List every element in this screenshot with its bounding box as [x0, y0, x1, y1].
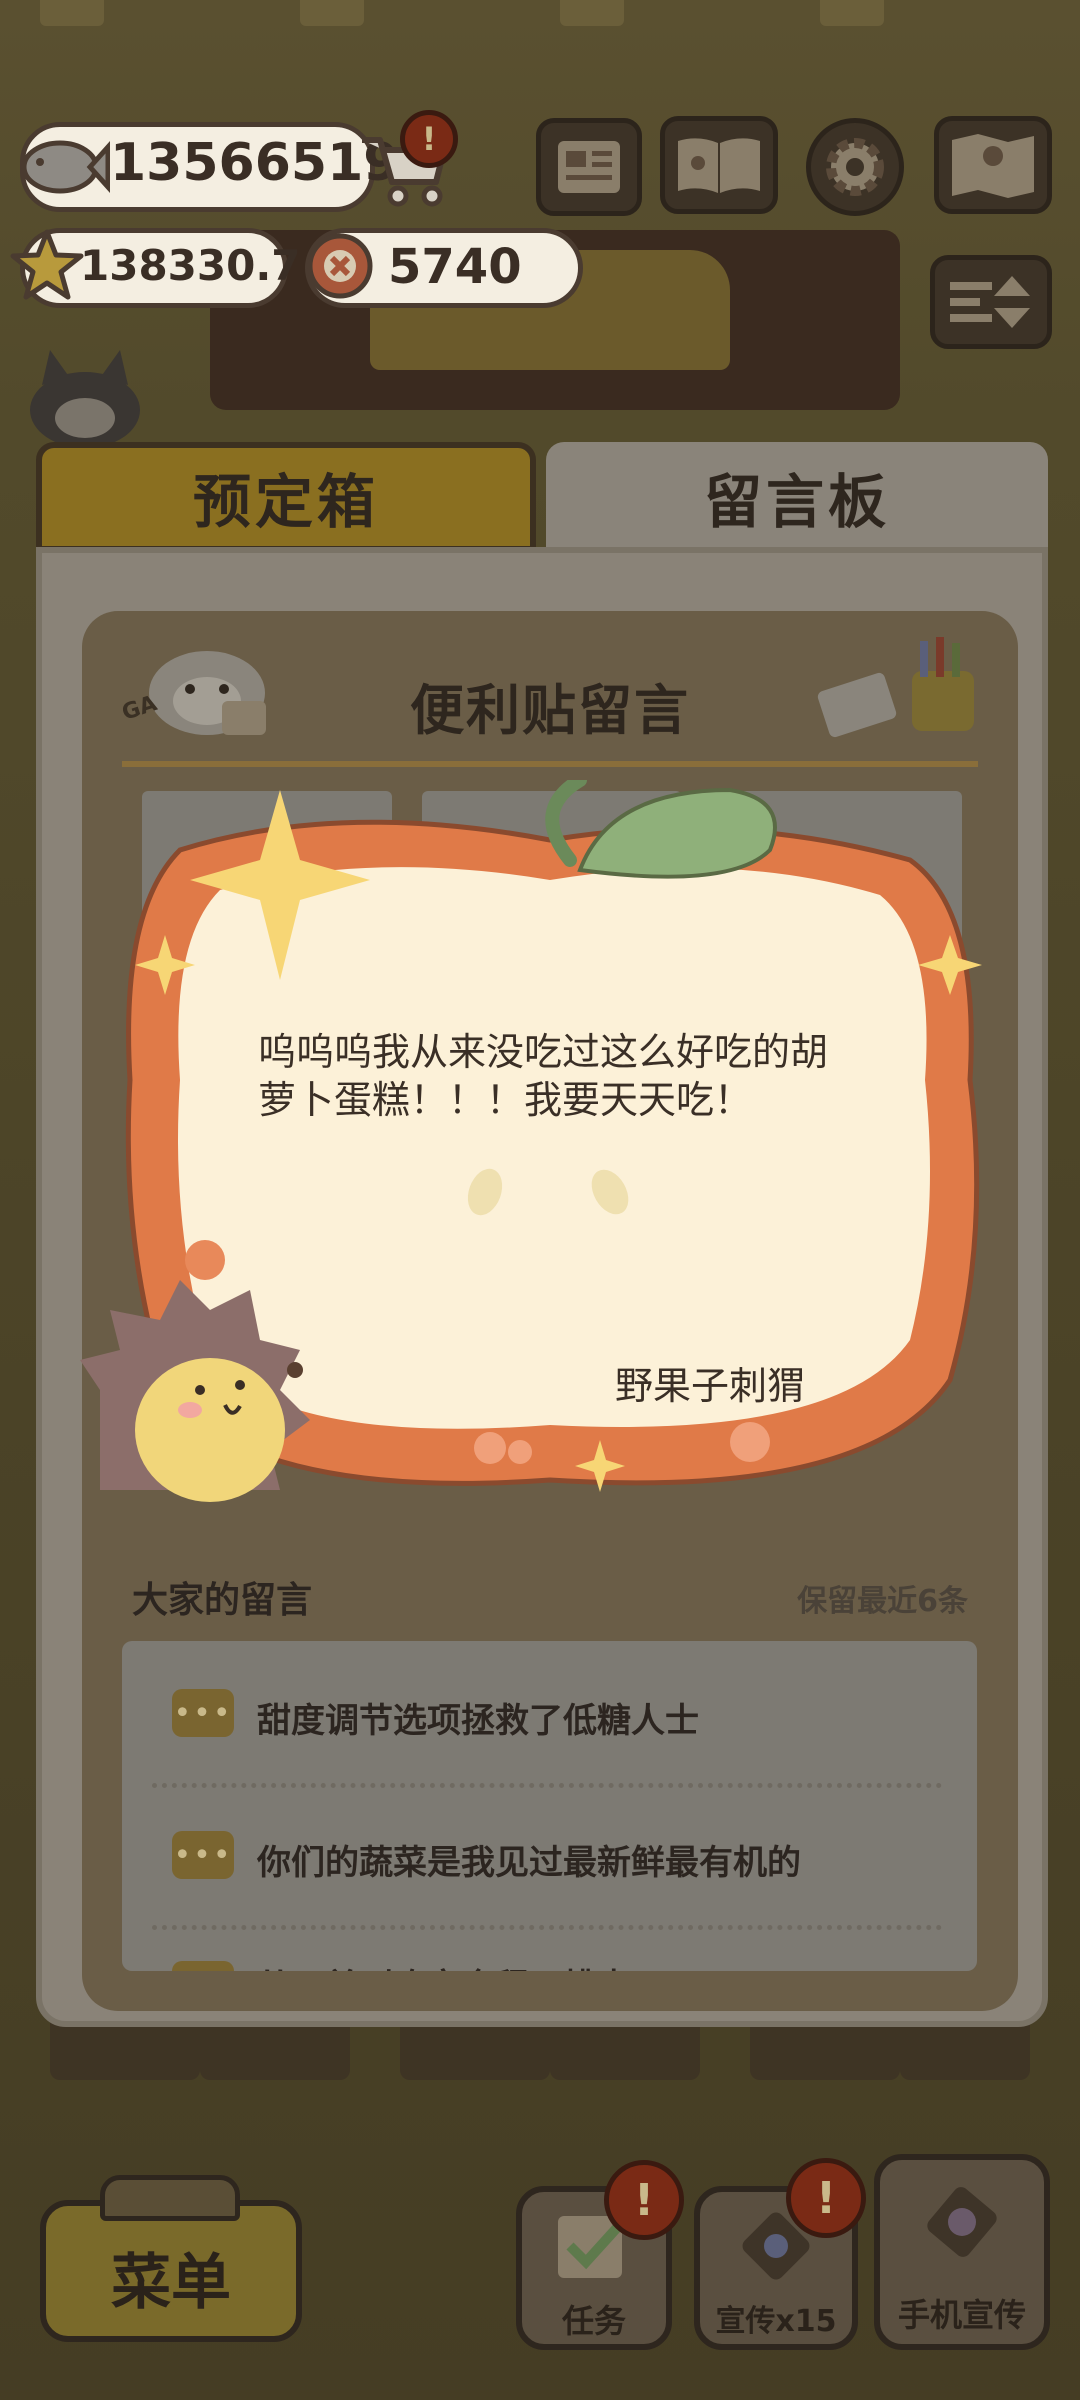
tab-label: 预定箱: [192, 468, 379, 536]
newspaper-button[interactable]: [536, 118, 642, 216]
tab-reservation-box[interactable]: 预定箱: [36, 442, 536, 552]
phone-promote-button[interactable]: 手机宣传: [874, 2154, 1050, 2350]
cart-alert-badge: !: [400, 110, 458, 168]
gear-icon: [826, 138, 884, 196]
coin-count: 5740: [388, 239, 522, 295]
sort-icon: [950, 276, 1030, 328]
clipboard-clip: [100, 2175, 240, 2221]
chat-bubble-icon: •••: [172, 1689, 234, 1737]
fence-post: [300, 0, 364, 26]
divider: [152, 1783, 942, 1788]
chat-bubble-icon: •••: [172, 1831, 234, 1879]
tab-message-board[interactable]: 留言板: [546, 442, 1048, 552]
phone-poster-icon: [927, 2187, 997, 2257]
note-message: 呜呜呜我从来没吃过这么好吃的胡萝卜蛋糕！！！我要天天吃！: [258, 1030, 829, 1122]
hedgehog-character-icon: [80, 1280, 310, 1502]
map-button[interactable]: [934, 116, 1052, 214]
note-author: 野果子刺猬: [615, 1364, 806, 1408]
divider: [152, 1925, 942, 1930]
menu-button[interactable]: 菜单: [40, 2200, 302, 2342]
section-title: 大家的留言: [132, 1580, 313, 1621]
newspaper-icon: [558, 141, 620, 193]
chat-bubble-icon: •••: [172, 1961, 234, 1971]
fence-post: [40, 0, 104, 26]
message-list[interactable]: ••• 甜度调节选项拯救了低糖人士 ••• 你们的蔬菜是我见过最新鲜最有机的 •…: [122, 1641, 977, 1971]
star-count: 138330.7: [80, 241, 301, 290]
fence-post: [820, 0, 884, 26]
featured-note[interactable]: 呜呜呜我从来没吃过这么好吃的胡萝卜蛋糕！！！我要天天吃！ 野果子刺猬: [80, 780, 990, 1520]
book-icon: [678, 138, 760, 193]
fish-icon: [21, 140, 110, 194]
section-note: 保留最近6条: [797, 1584, 968, 1619]
recipe-book-button[interactable]: [660, 116, 778, 214]
task-label: 任务: [561, 2302, 626, 2340]
phone-promote-label: 手机宣传: [897, 2296, 1026, 2334]
star-icon: [10, 229, 84, 300]
message-text: 从下单到吃完全程无槽点: [257, 1959, 631, 1971]
hanging-string: [122, 761, 978, 767]
message-text: 你们的蔬菜是我见过最新鲜最有机的: [257, 1843, 801, 1883]
promote-alert-badge: !: [786, 2158, 866, 2238]
map-icon: [952, 134, 1034, 198]
promote-label: 宣传x15: [715, 2304, 837, 2339]
sort-toggle-button[interactable]: [930, 255, 1052, 349]
message-text: 甜度调节选项拯救了低糖人士: [257, 1701, 699, 1741]
menu-label: 菜单: [111, 2248, 231, 2318]
task-alert-badge: !: [604, 2160, 684, 2240]
tab-label: 留言板: [703, 468, 890, 536]
pencil-cup-icon: [817, 637, 974, 738]
fence-post: [560, 0, 624, 26]
coin-icon: [307, 233, 373, 299]
cat-character-icon: [30, 350, 140, 448]
settings-button[interactable]: [806, 118, 904, 216]
